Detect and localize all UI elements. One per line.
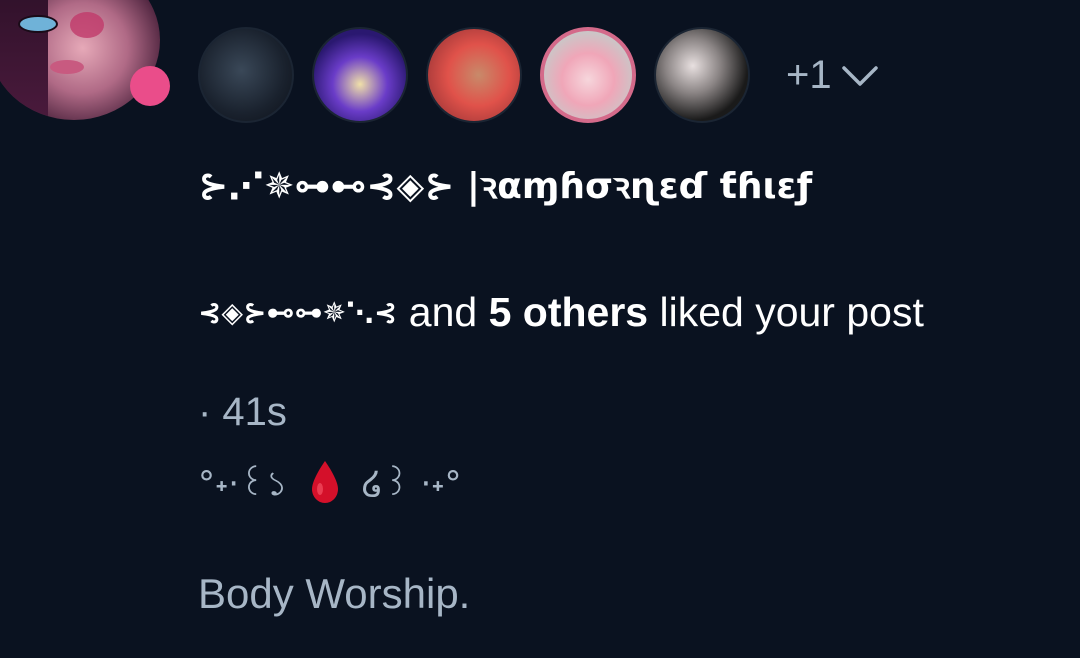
avatar-eye (18, 15, 58, 33)
chevron-down-icon[interactable] (840, 60, 880, 90)
decoration-left: °˖·꒰১ (198, 464, 288, 504)
avatar-blush (70, 12, 104, 38)
activity-suffix: liked your post (648, 289, 924, 335)
avatar-lips (50, 60, 84, 74)
post-preview-text[interactable]: Body Worship. (198, 570, 470, 618)
notification-title[interactable]: ⊱⋰✵⊶⊷⊰◈⊱ |ꝛαɱɦσꝛɳεɗ ƭɦιεƒ (198, 160, 812, 209)
liker-avatar[interactable] (426, 27, 522, 123)
post-decoration: °˖·꒰১ ໒꒱ ·˖° (198, 458, 462, 515)
more-avatars-count[interactable]: +1 (786, 53, 832, 98)
liker-name[interactable]: ⊰◈⊱⊷⊶✵⋱⊰ (198, 296, 397, 329)
decoration-right: ໒꒱ ·˖° (361, 464, 462, 504)
actor-avatar[interactable] (0, 0, 160, 120)
liker-avatar[interactable] (198, 27, 294, 123)
liker-avatar[interactable] (312, 27, 408, 123)
liker-avatar[interactable] (654, 27, 750, 123)
notification-type-badge (130, 66, 170, 106)
blood-drop-icon (311, 461, 338, 503)
activity-text: ⊰◈⊱⊷⊶✵⋱⊰ and 5 others liked your post (198, 288, 924, 336)
liker-avatar[interactable] (540, 27, 636, 123)
liker-avatars[interactable]: +1 (198, 26, 880, 124)
others-count[interactable]: 5 others (489, 289, 649, 335)
activity-middle: and (397, 289, 489, 335)
timestamp: · 41s (198, 390, 287, 434)
